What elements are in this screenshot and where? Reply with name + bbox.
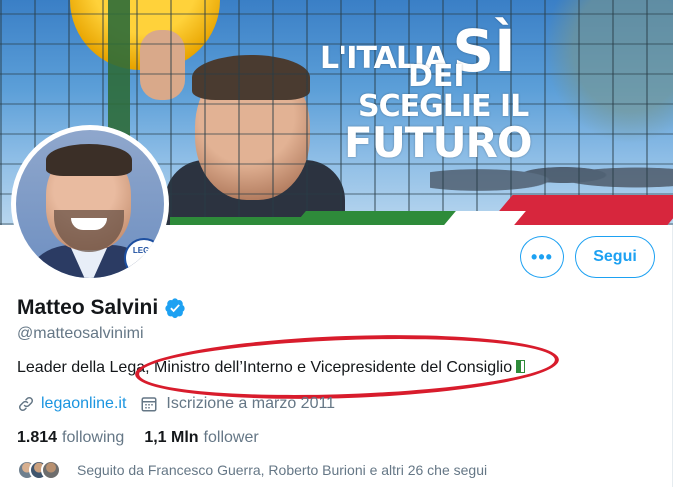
followed-by-avatars [17,460,65,480]
followers-count: 1,1 Mln [144,429,199,446]
profile-handle: @matteosalvinimi [17,325,144,342]
followers-label: follower [203,429,259,446]
following-stat[interactable]: 1.814 following [17,429,124,447]
profile-name-row: Matteo Salvini [17,296,186,320]
profile-bio: Leader della Lega, Ministro dell’Interno… [17,359,526,377]
avatar-badge-text: LEGA [132,246,156,255]
profile-meta: legaonline.it Iscrizione a marzo 2011 [17,395,335,413]
banner-green-bar [170,217,310,225]
follow-button[interactable]: Segui [575,236,655,278]
avatar-photo: LEGA [16,130,164,278]
follower-avatar [41,460,61,480]
following-count: 1.814 [17,429,58,446]
followed-by-text: Seguito da Francesco Guerra, Roberto Bur… [77,462,488,478]
profile-avatar[interactable]: LEGA [11,125,169,283]
slogan-dei: DEI [408,59,465,94]
profile-stats: 1.814 following 1,1 Mln follower [17,429,259,447]
banner-flag-green [294,211,456,225]
link-icon [18,396,34,412]
calendar-icon [141,397,157,412]
banner-slogan: L'ITALIA SÌ DEI SCEGLIE IL FUTURO [320,22,560,164]
profile-bio-text: Leader della Lega, Ministro dell’Interno… [17,359,513,376]
verified-badge-icon [165,298,185,319]
followers-stat[interactable]: 1,1 Mln follower [144,429,258,447]
more-options-button[interactable]: ••• [520,236,564,278]
profile-website-link[interactable]: legaonline.it [41,395,126,413]
slogan-line-3: FUTURO [344,118,533,167]
avatar-hair [46,144,132,176]
follow-button-label: Segui [593,248,637,265]
profile-joined-date: Iscrizione a marzo 2011 [166,395,336,412]
italy-flag-emoji [516,360,526,373]
profile-name: Matteo Salvini [17,296,159,319]
avatar-lega-pin: LEGA [124,238,164,278]
followed-by-row[interactable]: Seguito da Francesco Guerra, Roberto Bur… [17,460,487,480]
more-options-label: ••• [531,246,553,267]
following-label: following [62,429,125,446]
